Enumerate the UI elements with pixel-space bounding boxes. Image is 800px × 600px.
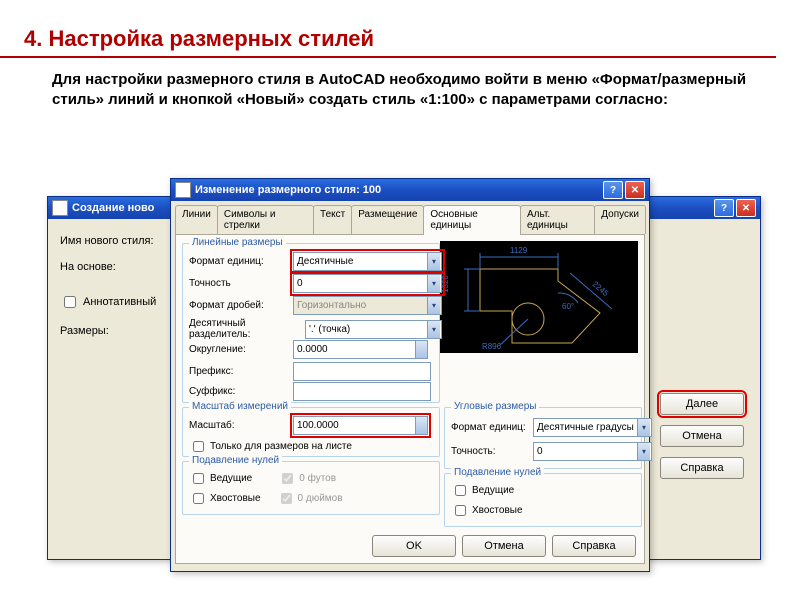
group-zero-suppress-angular: Подавление нулей Ведущие Хвостовые xyxy=(444,473,642,527)
annotative-label: Аннотативный xyxy=(83,296,156,308)
label-precision: Точность xyxy=(189,278,289,289)
tab-fit[interactable]: Размещение xyxy=(351,205,424,234)
app-icon xyxy=(52,200,68,216)
label-ang-precision: Точность: xyxy=(451,446,529,457)
label-prefix: Префикс: xyxy=(189,366,289,377)
tab-symbols[interactable]: Символы и стрелки xyxy=(217,205,314,234)
modify-dimstyle-title: Изменение размерного стиля: 100 xyxy=(195,184,603,196)
help-icon[interactable]: ? xyxy=(714,199,734,217)
unit-format-dropdown[interactable]: Десятичные xyxy=(293,252,442,271)
ok-button[interactable]: OK xyxy=(372,535,456,557)
label-fraction-format: Формат дробей: xyxy=(189,300,289,311)
close-icon[interactable]: ✕ xyxy=(625,181,645,199)
ang-trailing-checkbox[interactable]: Хвостовые xyxy=(451,502,523,519)
precision-dropdown[interactable]: 0 xyxy=(293,274,442,293)
layout-only-checkbox[interactable]: Только для размеров на листе xyxy=(189,438,352,455)
group-zero-linear-legend: Подавление нулей xyxy=(189,455,282,466)
group-linear-legend: Линейные размеры xyxy=(189,237,286,248)
slide-title: 4. Настройка размерных стилей xyxy=(0,0,776,58)
label-ang-format: Формат единиц: xyxy=(451,422,529,433)
group-scale-legend: Масштаб измерений xyxy=(189,401,291,412)
prefix-input[interactable] xyxy=(293,362,431,381)
label-unit-format: Формат единиц: xyxy=(189,256,289,267)
tab-lines[interactable]: Линии xyxy=(175,205,218,234)
label-rounding: Округление: xyxy=(189,344,289,355)
layout-only-input[interactable] xyxy=(193,441,204,452)
group-zero-angular-legend: Подавление нулей xyxy=(451,467,544,478)
ang-leading-checkbox[interactable]: Ведущие xyxy=(451,482,514,499)
group-angular-legend: Угловые размеры xyxy=(451,401,539,412)
next-button[interactable]: Далее xyxy=(660,393,744,415)
suffix-input[interactable] xyxy=(293,382,431,401)
group-scale: Масштаб измерений Масштаб: 100.0000 Толь… xyxy=(182,407,440,457)
angular-precision-dropdown[interactable]: 0 xyxy=(533,442,652,461)
tab-text[interactable]: Текст xyxy=(313,205,352,234)
help-button[interactable]: Справка xyxy=(552,535,636,557)
svg-text:2245: 2245 xyxy=(591,280,611,299)
angular-format-dropdown[interactable]: Десятичные градусы xyxy=(533,418,652,437)
cancel-button[interactable]: Отмена xyxy=(462,535,546,557)
modify-dimstyle-dialog: Изменение размерного стиля: 100 ? ✕ Лини… xyxy=(170,178,650,572)
annotative-checkbox[interactable]: Аннотативный xyxy=(60,293,156,311)
cancel-button[interactable]: Отмена xyxy=(660,425,744,447)
inches-checkbox: 0 дюймов xyxy=(277,490,343,507)
close-icon[interactable]: ✕ xyxy=(736,199,756,217)
annotative-input[interactable] xyxy=(64,296,76,308)
help-button[interactable]: Справка xyxy=(660,457,744,479)
tabstrip: Линии Символы и стрелки Текст Размещение… xyxy=(171,201,649,234)
group-linear: Линейные размеры Формат единиц: Десятичн… xyxy=(182,243,440,403)
group-zero-suppress-linear: Подавление нулей Ведущие 0 футов Хвостов… xyxy=(182,461,440,515)
trailing-checkbox[interactable]: Хвостовые xyxy=(189,490,261,507)
tab-primary-units[interactable]: Основные единицы xyxy=(423,205,521,235)
svg-text:1328: 1328 xyxy=(441,275,450,293)
tab-alt-units[interactable]: Альт. единицы xyxy=(520,205,595,234)
app-icon xyxy=(175,182,191,198)
fraction-format-dropdown: Горизонтально xyxy=(293,296,442,315)
slide-body: Для настройки размерного стиля в AutoCAD… xyxy=(0,70,800,111)
feet-checkbox: 0 футов xyxy=(278,470,336,487)
svg-text:60°: 60° xyxy=(562,302,574,311)
help-icon[interactable]: ? xyxy=(603,181,623,199)
svg-text:1129: 1129 xyxy=(510,246,528,255)
label-decimal-sep: Десятичный разделитель: xyxy=(189,318,301,340)
layout-only-label: Только для размеров на листе xyxy=(210,441,352,452)
tab-panel-primary-units: 1129 1328 2245 60° R896 Линейные размеры… xyxy=(175,234,645,564)
rounding-input[interactable]: 0.0000 xyxy=(293,340,428,359)
scale-input[interactable]: 100.0000 xyxy=(293,416,428,435)
svg-text:R896: R896 xyxy=(482,342,502,351)
leading-checkbox[interactable]: Ведущие xyxy=(189,470,252,487)
dimension-preview: 1129 1328 2245 60° R896 xyxy=(440,241,638,353)
label-scale: Масштаб: xyxy=(189,420,289,431)
label-suffix: Суффикс: xyxy=(189,386,289,397)
tab-tolerances[interactable]: Допуски xyxy=(594,205,646,234)
group-angular: Угловые размеры Формат единиц: Десятичны… xyxy=(444,407,642,469)
decimal-separator-dropdown[interactable]: '.' (точка) xyxy=(305,320,442,339)
